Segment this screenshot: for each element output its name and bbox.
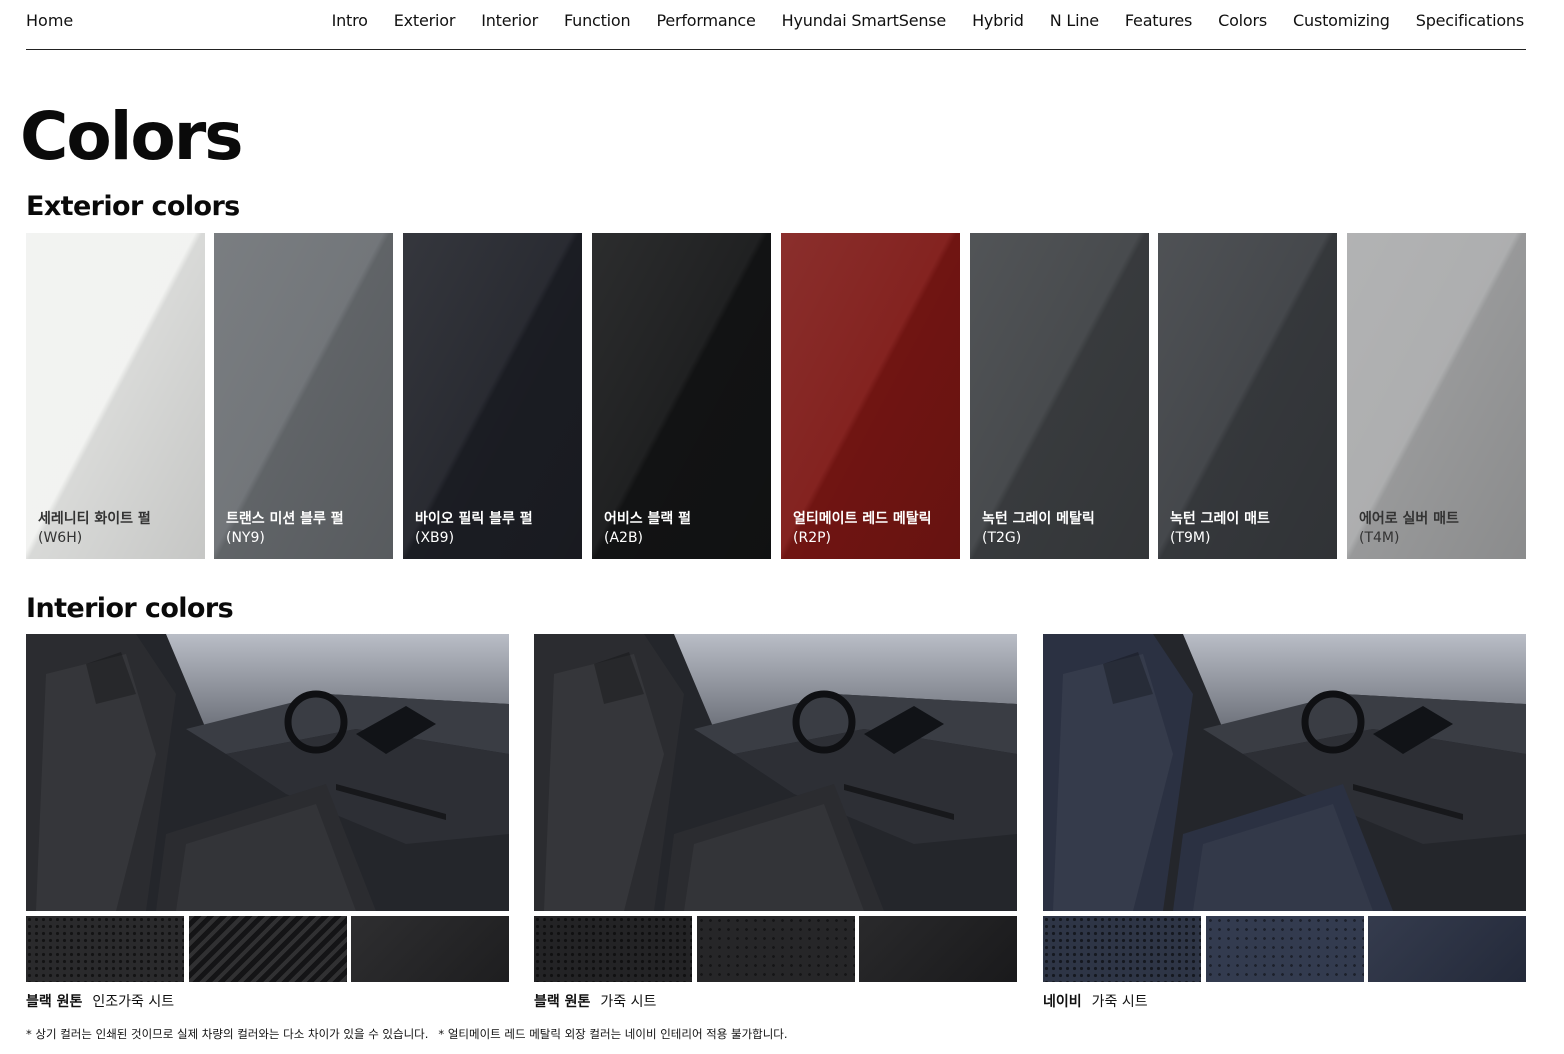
exterior-swatch-row: 세레니티 화이트 펄 (W6H) 트랜스 미션 블루 펄 (NY9) 바이오 필릭 … xyxy=(26,233,1526,559)
swatch-label: 바이오 필릭 블루 펄 (XB9) xyxy=(415,510,533,548)
nav-link-hybrid[interactable]: Hybrid xyxy=(972,11,1024,30)
top-navigation: Home Intro Exterior Interior Function Pe… xyxy=(26,0,1526,50)
interior-material-name: 가죽 시트 xyxy=(600,994,657,1010)
nav-link-exterior[interactable]: Exterior xyxy=(394,11,456,30)
material-swatch[interactable] xyxy=(534,916,692,982)
swatch-color-name: 세레니티 화이트 펄 xyxy=(38,511,151,527)
nav-link-colors[interactable]: Colors xyxy=(1218,11,1267,30)
swatch-color-name: 얼티메이트 레드 메탈릭 xyxy=(793,511,932,527)
swatch-label: 세레니티 화이트 펄 (W6H) xyxy=(38,510,151,548)
material-swatches xyxy=(534,916,1017,982)
material-swatch[interactable] xyxy=(1368,916,1526,982)
exterior-swatch[interactable]: 트랜스 미션 블루 펄 (NY9) xyxy=(214,233,393,559)
swatch-color-code: (NY9) xyxy=(226,530,265,546)
material-swatch[interactable] xyxy=(1043,916,1201,982)
swatch-color-code: (T4M) xyxy=(1359,530,1400,546)
exterior-section-title: Exterior colors xyxy=(26,191,240,222)
nav-link-intro[interactable]: Intro xyxy=(332,11,368,30)
swatch-color-code: (A2B) xyxy=(604,530,644,546)
swatch-color-name: 녹턴 그레이 매트 xyxy=(1170,511,1270,527)
swatch-color-name: 녹턴 그레이 메탈릭 xyxy=(982,511,1095,527)
interior-photo[interactable] xyxy=(26,634,509,911)
swatch-color-code: (W6H) xyxy=(38,530,83,546)
swatch-label: 얼티메이트 레드 메탈릭 (R2P) xyxy=(793,510,932,548)
exterior-swatch[interactable]: 얼티메이트 레드 메탈릭 (R2P) xyxy=(781,233,960,559)
swatch-label: 녹턴 그레이 메탈릭 (T2G) xyxy=(982,510,1095,548)
swatch-color-code: (T2G) xyxy=(982,530,1022,546)
exterior-swatch[interactable]: 바이오 필릭 블루 펄 (XB9) xyxy=(403,233,582,559)
swatch-label: 트랜스 미션 블루 펄 (NY9) xyxy=(226,510,344,548)
interior-caption: 블랙 원톤 가죽 시트 xyxy=(534,991,656,1011)
material-swatches xyxy=(1043,916,1526,982)
swatch-color-name: 바이오 필릭 블루 펄 xyxy=(415,511,533,527)
material-swatch[interactable] xyxy=(859,916,1017,982)
footnote-red-navy-restriction: * 얼티메이트 레드 메탈릭 외장 컬러는 네이비 인테리어 적용 불가합니다. xyxy=(438,1027,788,1041)
swatch-color-name: 에어로 실버 매트 xyxy=(1359,511,1459,527)
interior-caption: 블랙 원톤 인조가죽 시트 xyxy=(26,991,174,1011)
nav-link-nline[interactable]: N Line xyxy=(1050,11,1099,30)
nav-link-specifications[interactable]: Specifications xyxy=(1416,11,1524,30)
material-swatch[interactable] xyxy=(26,916,184,982)
swatch-color-code: (T9M) xyxy=(1170,530,1211,546)
nav-link-function[interactable]: Function xyxy=(564,11,631,30)
swatch-color-name: 어비스 블랙 펄 xyxy=(604,511,692,527)
material-swatch[interactable] xyxy=(696,916,855,982)
swatch-label: 녹턴 그레이 매트 (T9M) xyxy=(1170,510,1270,548)
footnote: * 상기 컬러는 인쇄된 것이므로 실제 차량의 컬러와는 다소 차이가 있을 … xyxy=(26,1026,788,1042)
material-swatch[interactable] xyxy=(188,916,347,982)
exterior-swatch[interactable]: 녹턴 그레이 매트 (T9M) xyxy=(1158,233,1337,559)
interior-color-name: 네이비 xyxy=(1043,994,1082,1010)
interior-photo[interactable] xyxy=(1043,634,1526,911)
interior-material-name: 인조가죽 시트 xyxy=(92,994,175,1010)
nav-links: Intro Exterior Interior Function Perform… xyxy=(332,11,1525,30)
material-swatch[interactable] xyxy=(1205,916,1364,982)
exterior-swatch[interactable]: 어비스 블랙 펄 (A2B) xyxy=(592,233,771,559)
interior-section-title: Interior colors xyxy=(26,593,234,624)
footnote-color-disclaimer: * 상기 컬러는 인쇄된 것이므로 실제 차량의 컬러와는 다소 차이가 있을 … xyxy=(26,1027,429,1041)
exterior-swatch[interactable]: 세레니티 화이트 펄 (W6H) xyxy=(26,233,205,559)
material-swatches xyxy=(26,916,509,982)
swatch-color-code: (R2P) xyxy=(793,530,832,546)
interior-material-name: 가죽 시트 xyxy=(1091,994,1148,1010)
swatch-color-code: (XB9) xyxy=(415,530,455,546)
nav-link-interior[interactable]: Interior xyxy=(481,11,538,30)
nav-link-performance[interactable]: Performance xyxy=(656,11,755,30)
material-swatch[interactable] xyxy=(351,916,509,982)
interior-photo[interactable] xyxy=(534,634,1017,911)
nav-link-customizing[interactable]: Customizing xyxy=(1293,11,1390,30)
interior-caption: 네이비 가죽 시트 xyxy=(1043,991,1148,1011)
swatch-label: 어비스 블랙 펄 (A2B) xyxy=(604,510,691,548)
exterior-swatch[interactable]: 에어로 실버 매트 (T4M) xyxy=(1347,233,1526,559)
interior-color-name: 블랙 원톤 xyxy=(534,994,591,1010)
page-title: Colors xyxy=(20,98,244,175)
swatch-color-name: 트랜스 미션 블루 펄 xyxy=(226,511,344,527)
swatch-label: 에어로 실버 매트 (T4M) xyxy=(1359,510,1459,548)
nav-home-link[interactable]: Home xyxy=(26,11,73,30)
nav-link-features[interactable]: Features xyxy=(1125,11,1192,30)
nav-link-smartsense[interactable]: Hyundai SmartSense xyxy=(782,11,947,30)
exterior-swatch[interactable]: 녹턴 그레이 메탈릭 (T2G) xyxy=(970,233,1149,559)
interior-color-name: 블랙 원톤 xyxy=(26,994,83,1010)
